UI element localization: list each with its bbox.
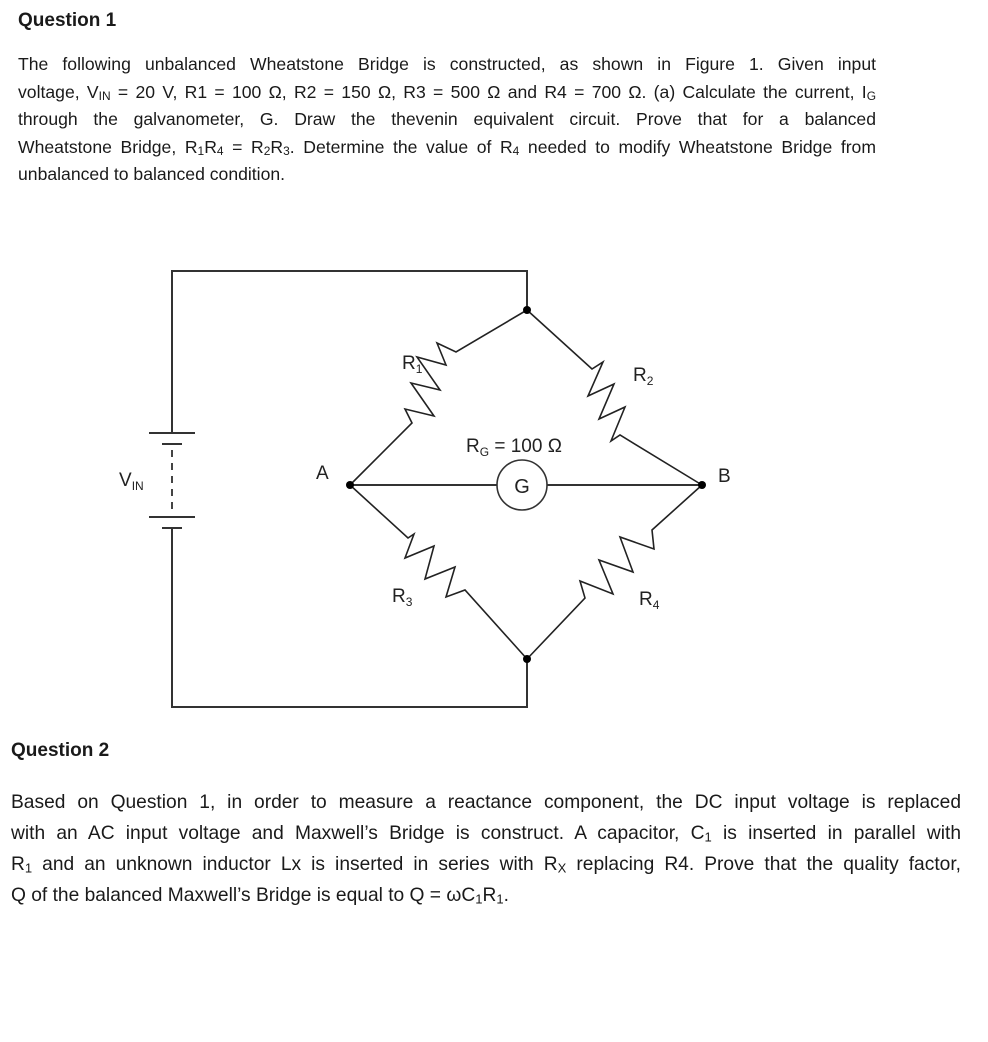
r3-label: R3 [392,586,413,609]
question-2-title: Question 2 [11,740,110,761]
node-b-dot [698,481,706,489]
text-line: R1 and an unknown inductor Lx is inserte… [11,854,961,876]
resistor-r4 [526,484,703,660]
text-line: with an AC input voltage and Maxwell’s B… [11,823,961,845]
bottom-wire [171,528,528,708]
node-bottom-dot [523,655,531,663]
r4-label: R4 [639,589,660,612]
battery-icon [149,432,195,529]
galvanometer-symbol: G [514,476,530,498]
r1-label: R1 [402,353,423,376]
wheatstone-bridge-figure: VIN G RG = 100 Ω A B R1 R2 R3 R4 [119,270,731,708]
node-a-dot [346,481,354,489]
question-2-text: Based on Question 1, in order to measure… [11,787,961,911]
r2-label: R2 [633,365,654,388]
resistor-r2 [526,309,703,486]
text-line: Q of the balanced Maxwell’s Bridge is eq… [11,885,509,907]
node-b-label: B [718,466,731,487]
top-wire [171,270,528,433]
text-line: Based on Question 1, in order to measure… [11,792,961,813]
node-a-label: A [316,463,329,484]
galvanometer-resistance-label: RG = 100 Ω [466,436,562,459]
resistor-r1 [349,309,528,486]
source-label: VIN [119,470,144,493]
node-top-dot [523,306,531,314]
resistor-r3 [349,484,528,660]
